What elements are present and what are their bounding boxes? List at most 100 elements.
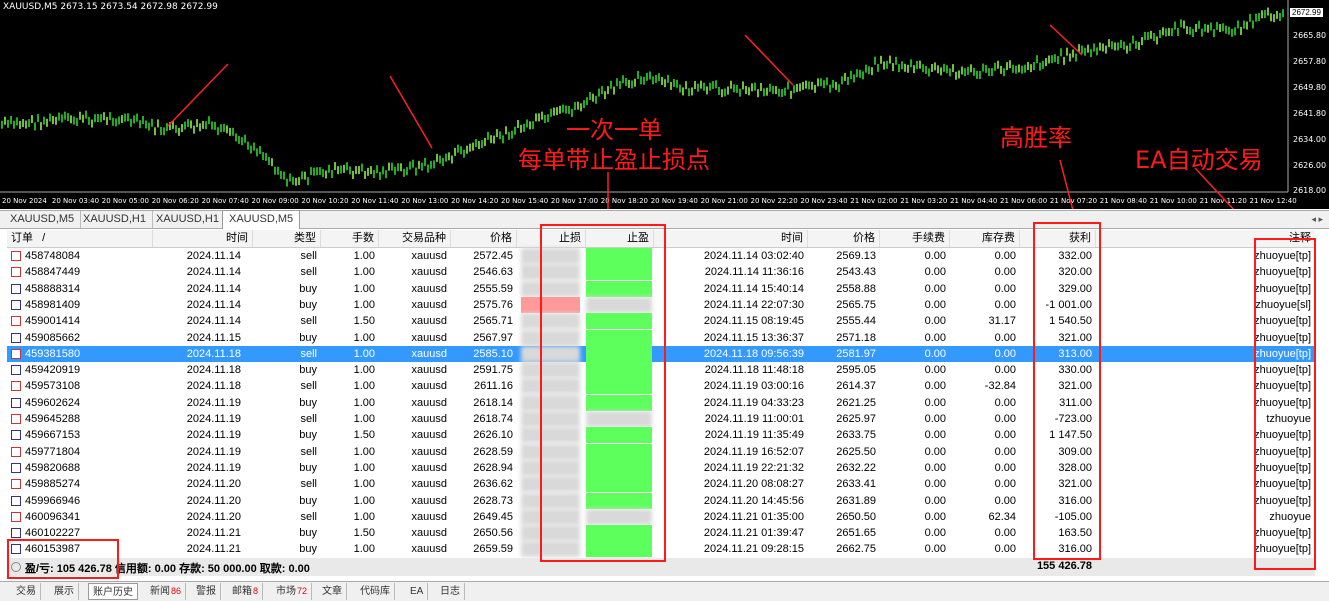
cell-close-price: 2633.75 (836, 429, 876, 442)
terminal-tab-label: 市场 (276, 586, 296, 597)
terminal-tab-label: 新闻 (150, 586, 170, 597)
cell-close-price: 2625.50 (836, 445, 876, 458)
terminal-tab-6[interactable]: 市场72 (272, 583, 313, 600)
cell-commission: 0.00 (924, 461, 946, 474)
buy-order-icon (11, 332, 21, 343)
price-chart[interactable]: XAUUSD,M5 2673.15 2673.54 2672.98 2672.9… (0, 0, 1329, 209)
cell-time: 2024.11.14 (186, 266, 241, 279)
cell-lots: 1.00 (353, 494, 375, 507)
cell-price: 2618.14 (473, 396, 513, 409)
terminal-tab-4[interactable]: 警报 (192, 583, 221, 600)
buy-order-icon (11, 397, 21, 408)
col-symbol[interactable]: 交易品种 (379, 230, 451, 247)
cell-price: 2618.74 (473, 413, 513, 425)
terminal-tab-label: 代码库 (360, 586, 390, 597)
cell-swap: 0.00 (994, 364, 1016, 377)
cell-close-time: 2024.11.14 03:02:40 (703, 250, 804, 262)
cell-lots: 1.00 (353, 266, 375, 279)
cell-price: 2555.59 (473, 282, 513, 295)
cell-order: 459966946 (7, 493, 153, 509)
cell-swap: 0.00 (994, 445, 1016, 458)
col-order[interactable]: 订单 / (7, 230, 153, 247)
cell-price: 2628.59 (473, 445, 513, 458)
cell-lots: 1.00 (353, 478, 375, 491)
cell-swap: 0.00 (994, 429, 1016, 442)
order-number: 459885274 (25, 478, 81, 491)
terminal-tab-9[interactable]: EA (406, 583, 429, 600)
cell-close-time: 2024.11.19 11:00:01 (704, 413, 804, 425)
cell-close-price: 2543.43 (836, 266, 876, 279)
time-tick: 20 Nov 2024 (2, 197, 47, 205)
cell-price: 2649.45 (473, 510, 513, 523)
annotation-ea: EA自动交易 (1135, 146, 1263, 174)
cell-price: 2611.16 (474, 380, 513, 393)
time-tick: 20 Nov 03:40 (52, 197, 99, 205)
time-tick: 20 Nov 17:00 (551, 197, 598, 205)
terminal-tab-badge: 86 (171, 586, 182, 596)
sell-order-icon (11, 381, 21, 392)
col-close-price[interactable]: 价格 (808, 230, 880, 247)
order-number: 458847449 (25, 266, 81, 279)
cell-commission: 0.00 (924, 315, 946, 328)
col-close-time[interactable]: 时间 (654, 230, 808, 247)
terminal-tab-0[interactable]: 交易 (12, 583, 41, 600)
order-number: 459085662 (25, 331, 81, 344)
col-time[interactable]: 时间 (153, 230, 253, 247)
buy-order-icon (11, 528, 21, 539)
annotation-tp-sl: 每单带止盈止损点 (518, 146, 710, 174)
cell-price: 2546.63 (473, 266, 513, 279)
price-tick: 2649.80 (1293, 83, 1326, 92)
terminal-tab-7[interactable]: 文章 (318, 583, 347, 600)
terminal-tab-5[interactable]: 邮箱8 (228, 583, 264, 600)
cell-time: 2024.11.21 (186, 527, 241, 540)
time-tick: 21 Nov 04:40 (950, 197, 997, 205)
chart-tab-xauusd-m5-a[interactable]: XAUUSD,M5 (4, 211, 82, 228)
cell-close-time: 2024.11.15 13:36:37 (703, 331, 804, 344)
cell-lots: 1.00 (353, 445, 375, 458)
cell-price: 2636.62 (473, 478, 513, 491)
sell-order-icon (11, 414, 21, 424)
cell-commission: 0.00 (924, 347, 946, 360)
buy-order-icon (11, 462, 21, 473)
col-lots[interactable]: 手数 (321, 230, 379, 247)
terminal-tab-1[interactable]: 展示 (50, 583, 79, 600)
tab-scroll-arrows[interactable]: ◂ ▸ (1311, 211, 1323, 228)
cell-swap: 0.00 (994, 461, 1016, 474)
cell-close-price: 2650.50 (836, 510, 876, 523)
cell-lots: 1.00 (353, 331, 375, 344)
terminal-tab-10[interactable]: 日志 (436, 583, 465, 600)
cell-symbol: xauusd (411, 413, 447, 425)
chart-tab-xauusd-h1-b[interactable]: XAUUSD,H1 (150, 211, 226, 228)
price-tick: 2665.80 (1293, 31, 1326, 40)
col-swap[interactable]: 库存费 (950, 230, 1020, 247)
cell-type: sell (300, 315, 317, 328)
cell-close-time: 2024.11.20 14:45:56 (703, 494, 804, 507)
chart-tab-xauusd-h1-a[interactable]: XAUUSD,H1 (77, 211, 153, 228)
terminal-tab-2[interactable]: 账户历史 (88, 583, 138, 600)
time-tick: 20 Nov 14:20 (451, 197, 498, 205)
cell-close-price: 2651.65 (836, 527, 876, 540)
cell-lots: 1.00 (353, 510, 375, 523)
terminal-tab-8[interactable]: 代码库 (356, 583, 395, 600)
cell-symbol: xauusd (411, 478, 447, 491)
cell-order: 460096341 (7, 509, 153, 525)
cell-close-time: 2024.11.14 15:40:14 (703, 282, 804, 295)
time-tick: 20 Nov 05:00 (102, 197, 149, 205)
cell-time: 2024.11.21 (186, 543, 241, 556)
cell-symbol: xauusd (411, 364, 447, 377)
cell-commission: 0.00 (924, 298, 946, 311)
terminal-tab-label: 交易 (16, 586, 36, 597)
col-type[interactable]: 类型 (253, 230, 321, 247)
chart-tab-xauusd-m5-b[interactable]: XAUUSD,M5 (222, 210, 301, 229)
cell-lots: 1.50 (353, 429, 375, 442)
col-price[interactable]: 价格 (451, 230, 517, 247)
cell-time: 2024.11.19 (186, 413, 241, 425)
cell-order: 459001414 (7, 313, 153, 329)
time-tick: 21 Nov 06:00 (1000, 197, 1047, 205)
cell-symbol: xauusd (411, 298, 447, 311)
terminal-tab-3[interactable]: 新闻86 (146, 583, 187, 600)
cell-type: sell (300, 510, 317, 523)
col-commission[interactable]: 手续费 (880, 230, 950, 247)
time-tick: 21 Nov 03:20 (900, 197, 947, 205)
cell-time: 2024.11.18 (186, 364, 241, 377)
